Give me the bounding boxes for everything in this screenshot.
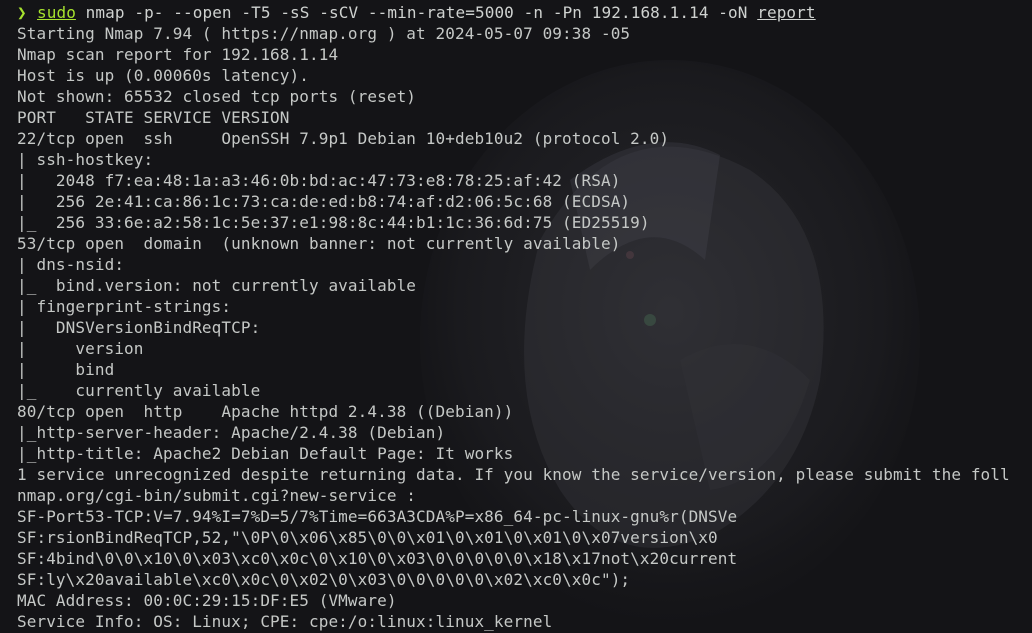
output-line: 53/tcp open domain (unknown banner: not … [17,234,621,253]
command-arguments: nmap -p- --open -T5 -sS -sCV --min-rate=… [75,3,758,22]
output-line: | fingerprint-strings: [17,297,241,316]
output-line: 1 service unrecognized despite returning… [17,465,1010,484]
output-line: | 256 2e:41:ca:86:1c:73:ca:de:ed:b8:74:a… [17,192,631,211]
output-line: PORT STATE SERVICE VERSION [17,108,290,127]
output-line: Not shown: 65532 closed tcp ports (reset… [17,87,417,106]
prompt-chevron-icon: ❯ [17,3,27,22]
terminal-window[interactable]: ❯ sudo nmap -p- --open -T5 -sS -sCV --min… [0,0,1032,633]
output-line: SF:ly\x20available\xc0\x0c\0\x02\0\x03\0… [17,570,631,589]
output-line: 22/tcp open ssh OpenSSH 7.9p1 Debian 10+… [17,129,670,148]
output-file-arg: report [757,3,816,22]
output-line: | bind [17,360,115,379]
output-line: Service Info: OS: Linux; CPE: cpe:/o:lin… [17,612,553,631]
output-line: | ssh-hostkey: [17,150,163,169]
output-line: | DNSVersionBindReqTCP: [17,318,271,337]
output-line: |_ currently available [17,381,261,400]
output-line: | version [17,339,144,358]
output-line: SF-Port53-TCP:V=7.94%I=7%D=5/7%Time=663A… [17,507,738,526]
output-line: Starting Nmap 7.94 ( https://nmap.org ) … [17,24,631,43]
command-sudo: sudo [37,3,76,22]
command-prompt-line: ❯ sudo nmap -p- --open -T5 -sS -sCV --min… [0,2,1015,23]
output-line: |_ bind.version: not currently available [17,276,417,295]
output-line: Nmap scan report for 192.168.1.14 [17,45,339,64]
output-line: | dns-nsid: [17,255,134,274]
output-line: nmap.org/cgi-bin/submit.cgi?new-service … [17,486,417,505]
output-line: MAC Address: 00:0C:29:15:DF:E5 (VMware) [17,591,397,610]
output-line: 80/tcp open http Apache httpd 2.4.38 ((D… [17,402,514,421]
output-line: SF:4bind\0\0\x10\0\x03\xc0\x0c\0\x10\0\x… [17,549,738,568]
output-line: |_http-title: Apache2 Debian Default Pag… [17,444,514,463]
output-line: SF:rsionBindReqTCP,52,"\0P\0\x06\x85\0\0… [17,528,718,547]
output-line: | 2048 f7:ea:48:1a:a3:46:0b:bd:ac:47:73:… [17,171,621,190]
output-line: Host is up (0.00060s latency). [17,66,309,85]
output-line: |_ 256 33:6e:a2:58:1c:5e:37:e1:98:8c:44:… [17,213,650,232]
output-line: |_http-server-header: Apache/2.4.38 (Deb… [17,423,446,442]
